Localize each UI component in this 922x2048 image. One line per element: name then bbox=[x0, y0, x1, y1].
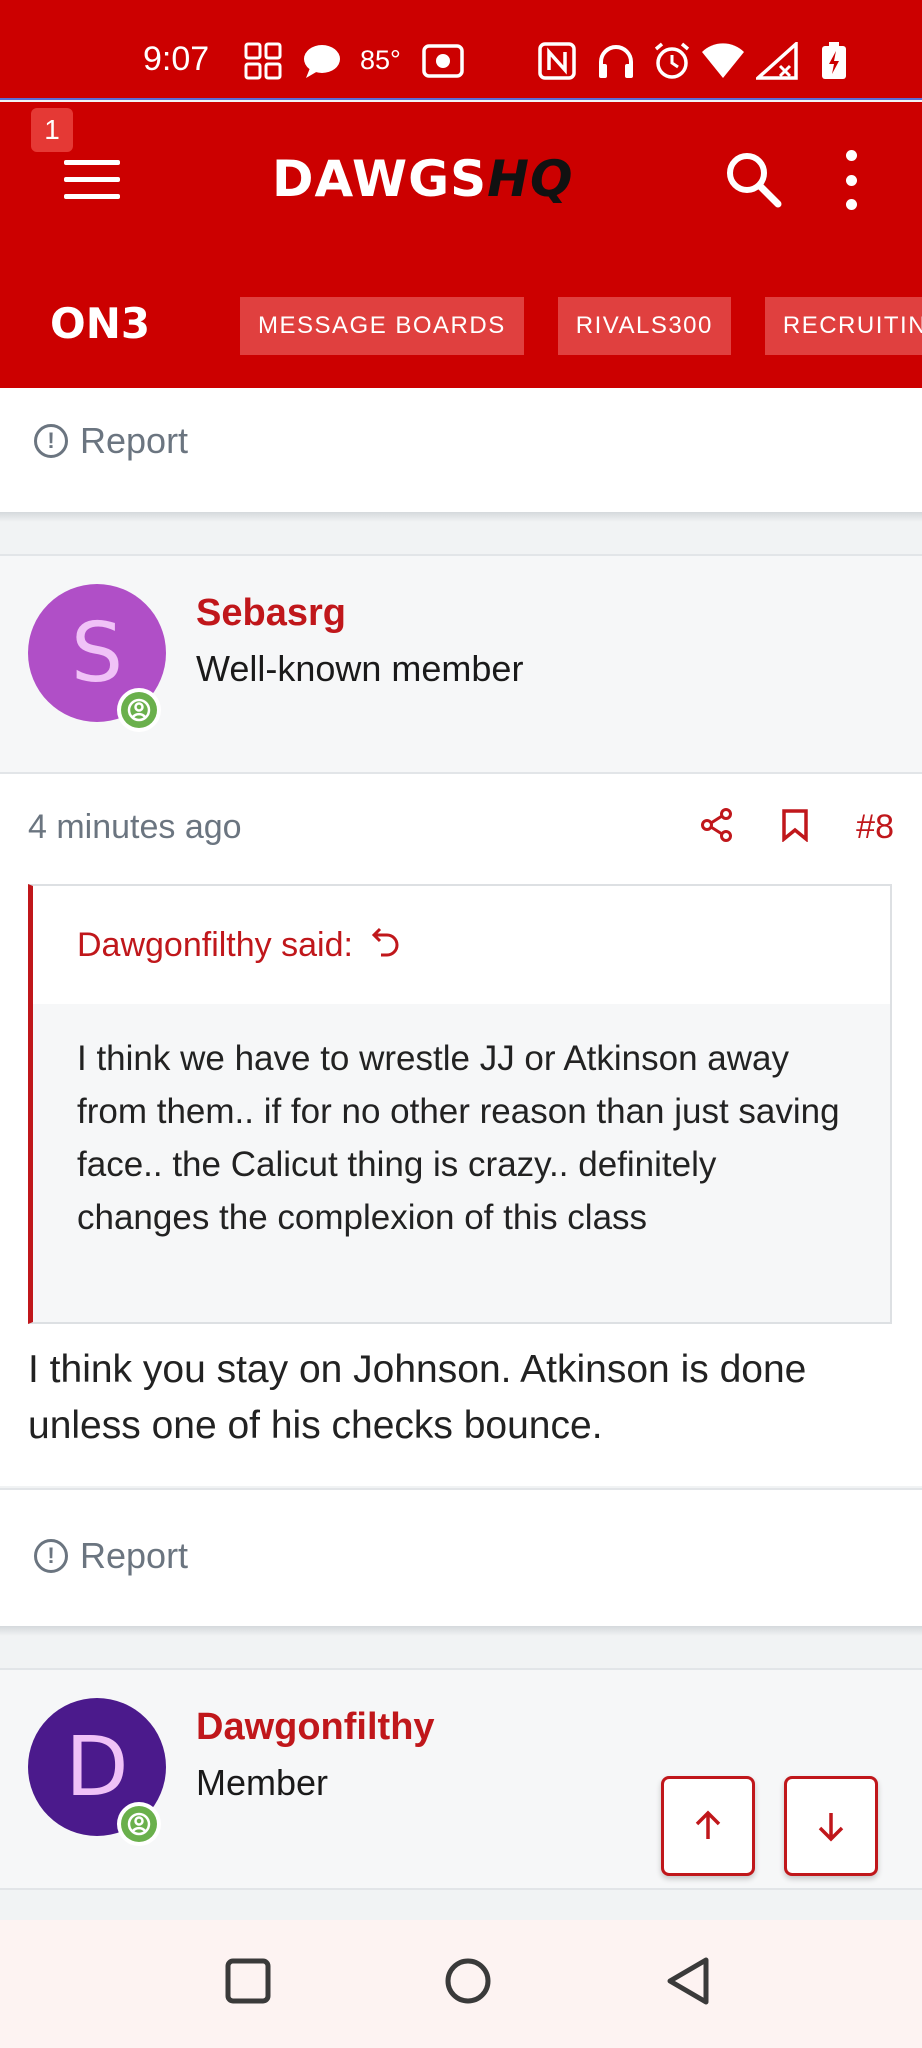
post-body: I think you stay on Johnson. Atkinson is… bbox=[28, 1348, 807, 1447]
share-icon[interactable] bbox=[700, 808, 734, 847]
headphones-icon bbox=[596, 42, 636, 80]
status-time: 9:07 bbox=[143, 40, 210, 78]
scroll-down-button[interactable] bbox=[784, 1776, 878, 1876]
menu-icon[interactable] bbox=[64, 160, 120, 200]
post-actions: #8 bbox=[700, 808, 894, 847]
user-title: Member bbox=[196, 1762, 329, 1803]
report-icon: ! bbox=[34, 1539, 68, 1573]
grid-icon bbox=[244, 42, 282, 80]
notification-badge: 1 bbox=[31, 108, 73, 152]
section-nav: MESSAGE BOARDS RIVALS300 RECRUITING bbox=[240, 297, 922, 355]
report-label: Report bbox=[80, 1535, 189, 1576]
signal-icon bbox=[756, 42, 798, 80]
nfc-icon bbox=[538, 42, 576, 80]
report-label: Report bbox=[80, 420, 189, 461]
search-icon[interactable] bbox=[722, 148, 784, 210]
more-options-icon[interactable] bbox=[836, 150, 866, 210]
on3-logo-text: ON3 bbox=[50, 298, 151, 348]
home-icon[interactable] bbox=[443, 1956, 493, 2011]
arrow-up-icon bbox=[695, 1810, 721, 1839]
camera-icon bbox=[422, 42, 464, 80]
quote-text: I think we have to wrestle JJ or Atkinso… bbox=[33, 1004, 890, 1322]
nav-message-boards[interactable]: MESSAGE BOARDS bbox=[240, 297, 524, 355]
alarm-icon bbox=[652, 42, 692, 80]
post-number-link[interactable]: #8 bbox=[856, 808, 894, 847]
divider bbox=[0, 1626, 922, 1636]
online-status-icon bbox=[117, 688, 161, 732]
user-title: Well-known member bbox=[196, 648, 524, 689]
nav-recruiting[interactable]: RECRUITING bbox=[764, 297, 922, 355]
system-nav-bar bbox=[0, 1920, 922, 2048]
wifi-icon bbox=[700, 42, 746, 80]
quote-author[interactable]: Dawgonfilthy said: bbox=[77, 926, 353, 965]
report-link[interactable]: ! Report bbox=[34, 420, 188, 462]
chat-bubble-icon bbox=[302, 42, 342, 80]
online-status-icon bbox=[117, 1802, 161, 1846]
back-icon[interactable] bbox=[664, 1956, 712, 2011]
nav-rivals300[interactable]: RIVALS300 bbox=[557, 297, 731, 355]
post-timestamp[interactable]: 4 minutes ago bbox=[28, 808, 242, 847]
jump-to-quote-icon[interactable] bbox=[371, 925, 401, 966]
on3-logo[interactable]: ON3 bbox=[50, 298, 150, 348]
bookmark-icon[interactable] bbox=[780, 808, 810, 847]
username-link[interactable]: Sebasrg bbox=[196, 592, 346, 635]
site-logo[interactable]: DAWGSHQ bbox=[272, 150, 574, 210]
status-bar: 9:07 85° bbox=[0, 0, 922, 100]
temperature-text: 85° bbox=[360, 45, 401, 75]
username-link[interactable]: Dawgonfilthy bbox=[196, 1706, 435, 1749]
quote-header[interactable]: Dawgonfilthy said: bbox=[33, 886, 890, 1004]
report-link[interactable]: ! Report bbox=[34, 1535, 188, 1577]
scroll-up-button[interactable] bbox=[661, 1776, 755, 1876]
logo-text-main: DAWGS bbox=[272, 150, 488, 208]
logo-text-accent: HQ bbox=[487, 150, 574, 208]
report-icon: ! bbox=[34, 424, 68, 458]
avatar-letter: D bbox=[65, 1719, 129, 1815]
arrow-down-icon bbox=[818, 1813, 844, 1842]
recent-apps-icon[interactable] bbox=[224, 1956, 272, 2011]
battery-charging-icon bbox=[820, 42, 848, 80]
quote-block: Dawgonfilthy said: I think we have to wr… bbox=[28, 884, 892, 1324]
avatar-letter: S bbox=[70, 605, 124, 701]
divider bbox=[0, 512, 922, 522]
